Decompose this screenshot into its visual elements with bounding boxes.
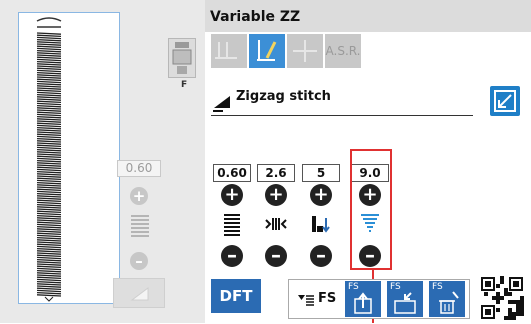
stop-position-plus-button[interactable]: + <box>310 184 332 206</box>
left-minus-button[interactable]: – <box>130 252 148 270</box>
fs-menu-icon <box>298 293 314 312</box>
density-plus-button[interactable]: + <box>221 184 243 206</box>
stitch-type-icon <box>213 90 235 116</box>
mode-tabs: A.S.R. <box>211 34 361 70</box>
cross-cursor-icon[interactable] <box>287 34 323 68</box>
left-plus-button[interactable]: + <box>130 187 148 205</box>
density-value: 0.60 <box>213 164 251 182</box>
asr-tab[interactable]: A.S.R. <box>325 34 361 68</box>
stitch-preview <box>18 12 120 304</box>
presser-foot-letter: F <box>181 80 188 90</box>
save-icon <box>354 292 372 314</box>
width-value: 2.6 <box>257 164 295 182</box>
left-value-display: 0.60 <box>117 160 161 177</box>
density-minus-button[interactable]: – <box>221 245 243 267</box>
fs-recall-button[interactable]: FS <box>387 281 423 317</box>
zigzag-width-icon <box>264 212 288 236</box>
stitch-name: Zigzag stitch <box>236 89 331 104</box>
presser-foot-icon <box>168 38 196 78</box>
stitch-name-underline <box>211 115 473 116</box>
width-minus-button[interactable]: – <box>265 245 287 267</box>
expand-icon[interactable] <box>490 86 520 116</box>
fs-label: FS <box>318 291 337 306</box>
stitch-density-icon <box>220 212 244 236</box>
recall-icon <box>394 292 416 314</box>
fs-save-button[interactable]: FS <box>345 281 381 317</box>
page-title: Variable ZZ <box>210 9 301 25</box>
highlight-box <box>350 149 392 270</box>
qr-code-icon[interactable] <box>480 276 524 320</box>
stitch-density-icon <box>131 213 149 245</box>
needle-position-icon[interactable] <box>249 34 285 68</box>
fs-delete-button[interactable]: FS <box>429 281 465 317</box>
memory-button[interactable] <box>113 278 165 308</box>
trash-icon <box>439 291 459 314</box>
needle-stop-position-icon <box>309 212 333 236</box>
twin-needle-icon[interactable] <box>211 34 247 68</box>
width-plus-button[interactable]: + <box>265 184 287 206</box>
stop-position-minus-button[interactable]: – <box>310 245 332 267</box>
default-button[interactable]: DFT <box>211 279 261 313</box>
stop-position-value: 5 <box>302 164 340 182</box>
